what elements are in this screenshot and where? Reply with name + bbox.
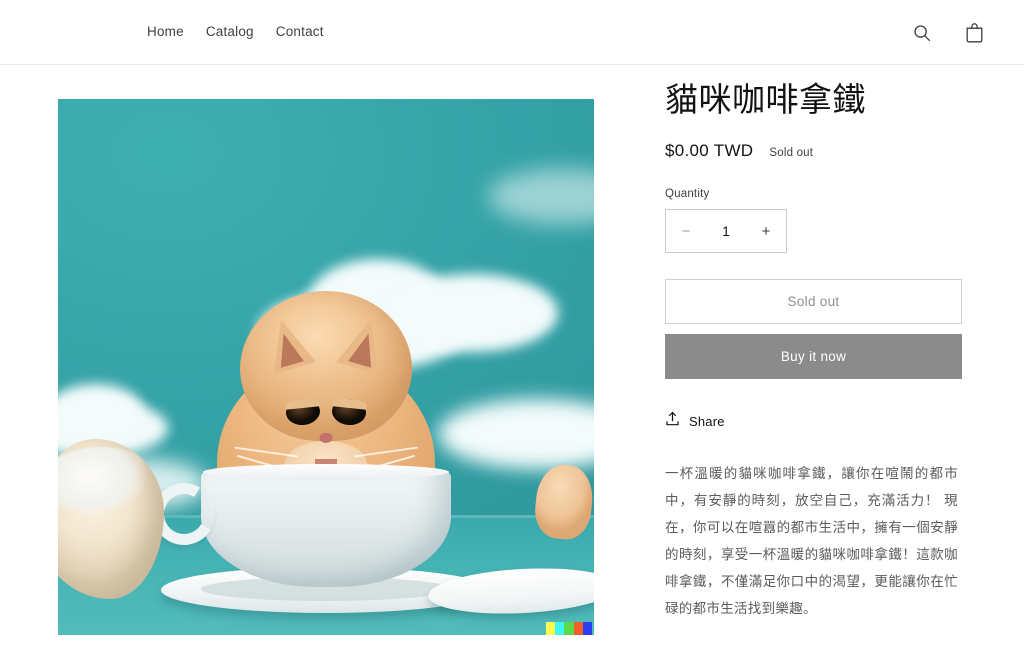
cat-eye-left	[284, 397, 322, 427]
share-label: Share	[689, 414, 725, 430]
cup-rim	[203, 464, 449, 480]
main-navigation: Home Catalog Contact	[147, 25, 324, 39]
swatch-cyan	[555, 622, 565, 635]
status-badge: Sold out	[769, 147, 814, 160]
swatch-yellow	[546, 622, 556, 635]
product-title: 貓咪咖啡拿鐵	[665, 81, 866, 118]
header-actions	[904, 0, 992, 65]
nav-link-contact[interactable]: Contact	[276, 25, 324, 39]
search-icon[interactable]	[904, 15, 940, 51]
cat-head	[234, 291, 418, 487]
swatch-blue	[582, 622, 592, 635]
nav-link-catalog[interactable]: Catalog	[206, 25, 254, 39]
nav-link-home[interactable]: Home	[147, 25, 184, 39]
cat-eye-right	[330, 397, 368, 427]
shopping-bag-icon[interactable]	[956, 15, 992, 51]
color-swatch-watermark	[546, 622, 592, 635]
product-page: 貓咪咖啡拿鐵 $0.00 TWD Sold out Quantity − + S…	[0, 65, 1024, 661]
product-image[interactable]	[58, 99, 594, 635]
product-photo-scene	[58, 99, 594, 635]
price-row: $0.00 TWD Sold out	[665, 141, 962, 161]
quantity-increase-button[interactable]: +	[746, 210, 786, 252]
buy-it-now-button[interactable]: Buy it now	[665, 334, 962, 380]
share-upload-icon	[665, 411, 680, 432]
quantity-stepper[interactable]: − +	[665, 209, 787, 254]
product-info: 貓咪咖啡拿鐵 $0.00 TWD Sold out Quantity − + S…	[665, 65, 962, 622]
add-to-cart-button[interactable]: Sold out	[665, 279, 962, 325]
quantity-label: Quantity	[665, 188, 710, 201]
swatch-green	[564, 622, 574, 635]
quantity-decrease-button[interactable]: −	[666, 210, 706, 252]
cat-nose	[319, 433, 333, 443]
share-button[interactable]: Share	[665, 411, 725, 432]
quantity-input[interactable]	[706, 223, 746, 239]
product-price: $0.00 TWD	[665, 141, 754, 161]
product-description: 一杯溫暖的貓咪咖啡拿鐵，讓你在喧鬧的都市中，有安靜的時刻，放空自己，充滿活力！ …	[665, 466, 958, 617]
site-header: Home Catalog Contact	[0, 0, 1024, 65]
swatch-orange	[573, 622, 583, 635]
